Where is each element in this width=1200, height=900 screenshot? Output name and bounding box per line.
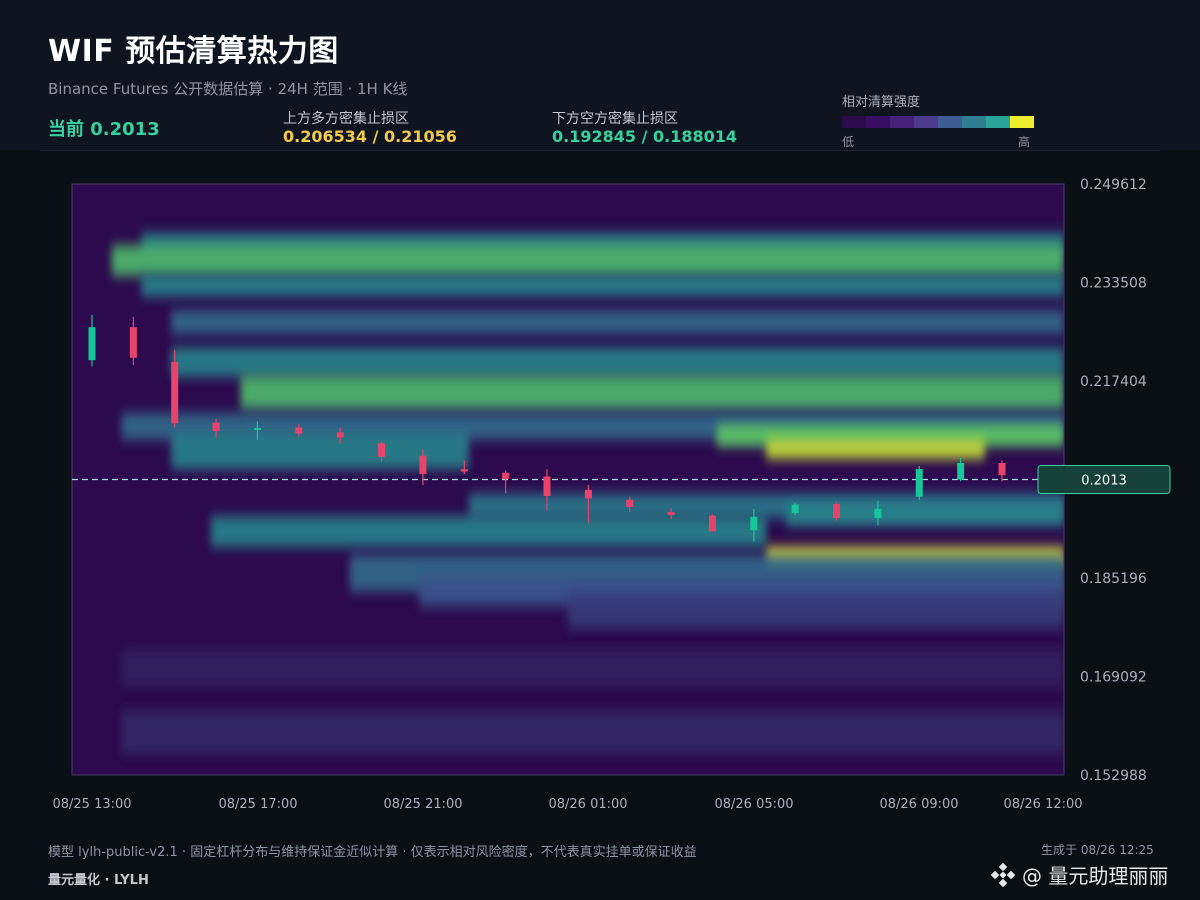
candle-body: [502, 472, 510, 479]
candle-body: [378, 443, 386, 457]
candle-body: [543, 476, 551, 497]
candle-body: [833, 503, 841, 519]
page-title: WIF 预估清算热力图: [48, 34, 339, 69]
candle-body: [708, 515, 716, 532]
candle-body: [750, 516, 758, 531]
x-tick-label: 08/25 17:00: [218, 797, 297, 812]
footer-brand: 量元量化 · LYLH: [48, 873, 149, 888]
heat-band: [111, 245, 1064, 276]
watermark: @ 量元助理丽丽: [990, 860, 1168, 889]
y-tick-label: 0.233508: [1080, 276, 1147, 292]
x-axis-ticks: 08/25 13:00 08/25 17:00 08/25 21:00 08/26 0…: [52, 797, 1082, 812]
legend-color-scale: [842, 116, 1034, 128]
candle-body: [791, 504, 799, 514]
legend-swatch: [1010, 116, 1034, 128]
legend-swatch: [938, 116, 962, 128]
upper-zone-value: 0.206534 / 0.21056: [283, 127, 457, 146]
candle-body: [171, 362, 179, 424]
heat-band: [786, 503, 1064, 526]
heat-band: [171, 310, 1064, 335]
candle-body: [129, 327, 137, 358]
candle-body: [212, 422, 220, 432]
legend-high-label: 高: [1018, 135, 1031, 149]
candle-body: [874, 508, 882, 519]
y-tick-label: 0.152988: [1080, 768, 1147, 784]
candle-body: [419, 455, 427, 474]
candle-body: [626, 499, 634, 508]
current-price-tag-text: 0.2013: [1081, 474, 1127, 489]
candlestick: [708, 514, 716, 532]
candle-body: [667, 511, 675, 515]
legend-swatch: [842, 116, 866, 128]
candle-body: [295, 427, 303, 434]
header: WIF 预估清算热力图 Binance Futures 公开数据估算 · 24H…: [0, 0, 1200, 150]
legend-title: 相对清算强度: [842, 95, 921, 110]
current-price-tag: 0.2013: [1037, 465, 1171, 494]
heat-band: [121, 649, 1064, 687]
legend-swatch: [890, 116, 914, 128]
y-tick-label: 0.217404: [1080, 374, 1147, 390]
candle-body: [584, 489, 592, 499]
legend-swatch: [986, 116, 1010, 128]
candle-body: [998, 462, 1006, 476]
x-tick-label: 08/26 01:00: [548, 797, 627, 812]
x-tick-label: 08/25 13:00: [52, 797, 131, 812]
y-tick-label: 0.169092: [1080, 670, 1147, 686]
heat-band: [210, 516, 767, 547]
y-tick-label: 0.185196: [1080, 571, 1147, 587]
legend-low-label: 低: [842, 135, 855, 149]
liquidation-heatmap-chart: 0.249612 0.233508 0.217404 0.185196 0.169092…: [52, 177, 1171, 812]
upper-zone-label: 上方多方密集止损区: [283, 111, 409, 127]
candle-body: [336, 432, 344, 438]
watermark-text: @ 量元助理丽丽: [1022, 864, 1169, 888]
candle-body: [460, 469, 468, 472]
current-price-label: 当前 0.2013: [48, 119, 160, 140]
x-tick-label: 08/26 12:00: [1003, 797, 1082, 812]
legend-swatch: [962, 116, 986, 128]
candlestick: [791, 502, 799, 515]
x-tick-label: 08/26 09:00: [879, 797, 958, 812]
candlestick: [833, 502, 841, 521]
x-tick-label: 08/25 21:00: [383, 797, 462, 812]
candle-body: [915, 469, 923, 497]
heat-band: [121, 710, 1064, 754]
heat-band: [240, 375, 1064, 410]
candlestick: [915, 466, 923, 500]
legend-swatch: [914, 116, 938, 128]
candle-body: [957, 462, 965, 480]
footer-note: 模型 lylh-public-v2.1 · 固定杠杆分布与维持保证金近似计算 ·…: [48, 845, 697, 860]
page-subtitle: Binance Futures 公开数据估算 · 24H 范围 · 1H K线: [48, 80, 408, 98]
generated-time: 生成于 08/26 12:25: [1041, 843, 1154, 857]
legend-swatch: [866, 116, 890, 128]
candle-body: [253, 428, 261, 431]
lower-zone-label: 下方空方密集止损区: [552, 111, 678, 127]
heat-band: [141, 274, 1064, 297]
y-tick-label: 0.249612: [1080, 177, 1147, 193]
heat-band: [171, 347, 1064, 377]
heat-band: [766, 439, 985, 459]
candle-body: [88, 327, 96, 361]
heat-band: [568, 591, 1064, 629]
x-tick-label: 08/26 05:00: [714, 797, 793, 812]
binance-logo-icon: [990, 862, 1016, 887]
lower-zone-value: 0.192845 / 0.188014: [552, 127, 737, 146]
